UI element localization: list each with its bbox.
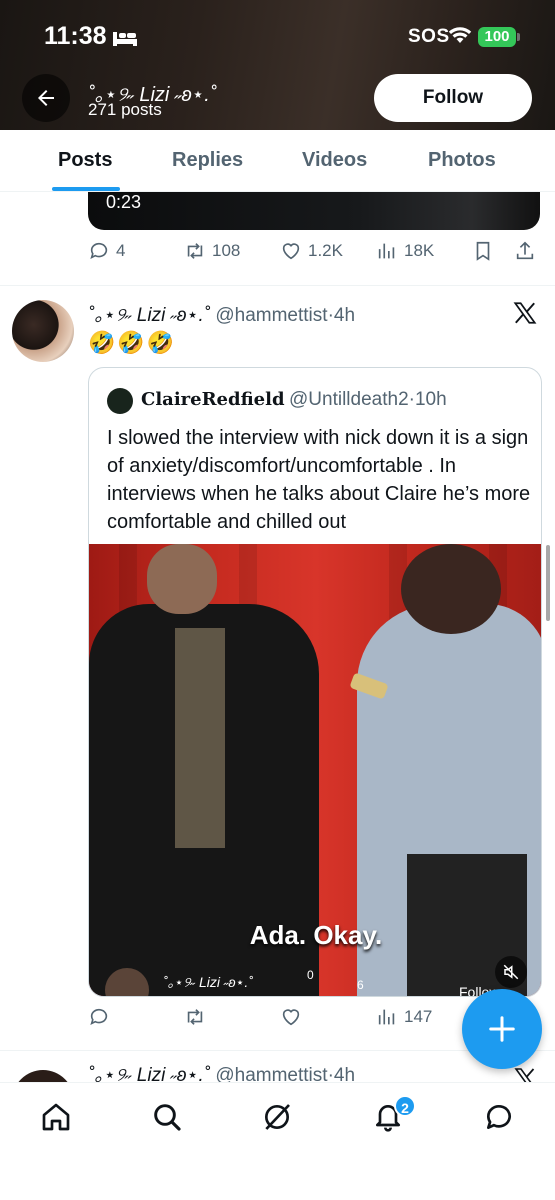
like-count: 1.2K — [308, 241, 343, 260]
video-person-left-head — [147, 544, 217, 614]
view-count: 147 — [404, 1007, 433, 1026]
search-icon[interactable] — [151, 1101, 183, 1133]
previous-tweet-video[interactable]: 0:23 — [88, 192, 540, 230]
follow-button[interactable]: Follow — [374, 74, 532, 122]
like-button[interactable]: 1.2K — [280, 240, 343, 262]
previous-tweet-actions: 4 108 1.2K 18K — [88, 240, 540, 270]
quote-handle: @Untilldeath2 — [289, 389, 409, 410]
status-bar: 11:38 SOS 100 — [0, 0, 555, 70]
next-tweet-time: 4h — [333, 1065, 356, 1082]
tweet-header: ˚｡⋆୨˶ Lizi ˶ʚ⋆.˚ @hammettist·4h — [88, 300, 355, 327]
x-logo-icon — [514, 1068, 535, 1082]
tab-videos[interactable]: Videos — [302, 149, 367, 172]
speaker-muted-icon — [503, 964, 519, 980]
x-logo-icon — [513, 302, 537, 324]
scrollbar[interactable] — [546, 545, 550, 621]
compose-button[interactable] — [462, 989, 542, 1069]
notification-badge: 2 — [394, 1095, 416, 1117]
like-button[interactable] — [280, 1006, 308, 1028]
views-button[interactable]: 18K — [376, 240, 434, 262]
repost-button[interactable]: 108 — [184, 240, 240, 262]
quoted-tweet[interactable]: ClaireRedfield @Untilldeath2·10h I slowe… — [88, 367, 542, 997]
reply-button[interactable]: 4 — [88, 240, 125, 262]
view-count: 18K — [404, 241, 435, 260]
tweet-text: 🤣🤣🤣 — [88, 330, 177, 355]
next-tweet-avatar[interactable] — [12, 1070, 74, 1082]
heart-icon — [282, 1009, 300, 1026]
share-button[interactable] — [514, 240, 542, 262]
views-button[interactable]: 147 — [376, 1006, 432, 1028]
grok-icon[interactable] — [261, 1101, 293, 1133]
back-button[interactable] — [22, 74, 70, 122]
views-icon — [378, 243, 395, 259]
quote-time: 10h — [414, 389, 447, 410]
repost-icon — [187, 1009, 203, 1025]
bookmark-button[interactable] — [472, 240, 500, 262]
tab-replies[interactable]: Replies — [172, 149, 243, 172]
video-caption: Ada. Okay. — [249, 920, 383, 950]
repost-icon — [187, 243, 203, 259]
video-person-right-hair — [401, 544, 501, 634]
arrow-left-icon — [38, 90, 54, 106]
tweet-handle[interactable]: @hammettist — [215, 305, 327, 326]
quote-avatar — [107, 388, 133, 414]
quote-video[interactable]: Ada. Okay. ˚｡⋆୨˶ Lizi ˶ʚ⋆.˚ 0 6 Follow — [89, 544, 541, 996]
quote-text: I slowed the interview with nick down it… — [107, 427, 531, 533]
views-icon — [378, 1009, 395, 1025]
tab-posts[interactable]: Posts — [58, 149, 112, 172]
next-tweet-display-name[interactable]: ˚｡⋆୨˶ Lizi ˶ʚ⋆.˚ — [88, 1065, 210, 1082]
bottom-navigation: 2 — [0, 1082, 555, 1200]
profile-header: 11:38 SOS 100 ˚｡⋆୨˶ Lizi ˶ʚ⋆.˚ 271 posts… — [0, 0, 555, 130]
repost-button[interactable] — [184, 1006, 212, 1028]
status-time: 11:38 — [44, 22, 107, 50]
video-duration: 0:23 — [106, 192, 142, 212]
reply-count: 4 — [116, 241, 126, 260]
watermark-number: 0 — [307, 968, 314, 982]
bookmark-icon — [476, 241, 490, 261]
next-tweet-handle[interactable]: @hammettist — [215, 1065, 327, 1082]
profile-post-count: 271 posts — [88, 100, 162, 119]
mute-button[interactable] — [495, 956, 527, 988]
heart-icon — [282, 243, 300, 260]
home-icon[interactable] — [40, 1101, 72, 1133]
avatar[interactable] — [12, 300, 74, 362]
active-tab-indicator — [52, 187, 120, 191]
video-person-left-shirt — [175, 628, 225, 848]
quote-display-name: ClaireRedfield — [141, 389, 285, 410]
messages-icon[interactable] — [483, 1101, 515, 1133]
reply-icon — [90, 242, 108, 259]
quote-handle-time: @Untilldeath2·10h — [289, 389, 447, 411]
profile-tabs: Posts Replies Videos Photos — [0, 130, 555, 192]
share-icon — [516, 241, 534, 260]
repost-count: 108 — [212, 241, 241, 260]
tweet-display-name[interactable]: ˚｡⋆୨˶ Lizi ˶ʚ⋆.˚ — [88, 305, 210, 326]
battery-level: 100 — [478, 27, 516, 47]
watermark-name: ˚｡⋆୨˶ Lizi ˶ʚ⋆.˚ — [163, 974, 253, 990]
reply-icon — [90, 1008, 108, 1025]
sleep-focus-icon — [113, 32, 137, 46]
plus-icon — [489, 1016, 515, 1042]
reply-button[interactable] — [88, 1006, 116, 1028]
tweet-time: 4h — [333, 305, 356, 326]
tab-photos[interactable]: Photos — [428, 149, 496, 172]
tweet-divider — [0, 285, 555, 286]
watermark-number: 6 — [357, 978, 364, 992]
battery-tip — [517, 33, 520, 41]
wifi-icon — [448, 27, 472, 43]
sos-indicator: SOS — [408, 26, 450, 47]
next-tweet-header: ˚｡⋆୨˶ Lizi ˶ʚ⋆.˚ @hammettist·4h — [88, 1064, 355, 1082]
